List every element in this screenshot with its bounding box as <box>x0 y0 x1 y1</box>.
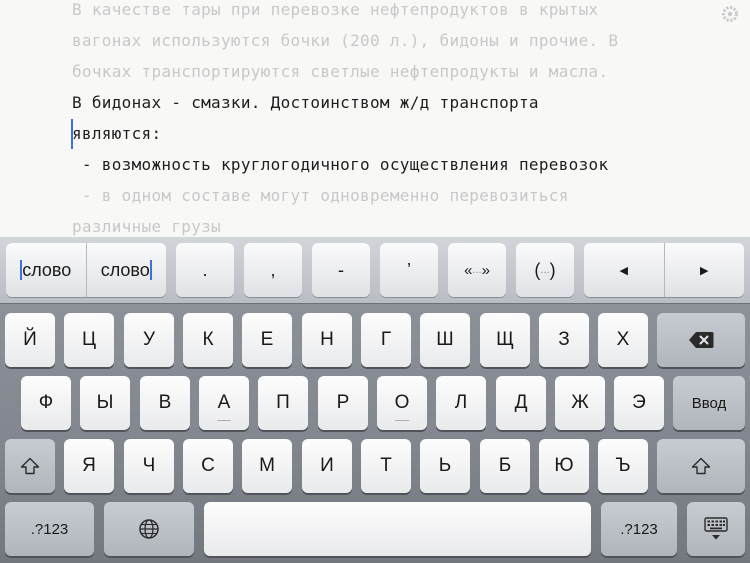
cursor-marker-right <box>149 260 152 280</box>
parentheses-key[interactable]: (...) <box>516 243 574 297</box>
key-row2-6[interactable]: Р <box>318 376 368 430</box>
key-row3-9[interactable]: Ю <box>539 439 589 493</box>
key-row1-11[interactable]: Х <box>598 313 648 367</box>
globe-button[interactable] <box>104 502 194 556</box>
cursor-arrows-key: ◀ ▶ <box>584 243 744 297</box>
numbers-right-button[interactable]: .?123 <box>601 502 677 556</box>
text-line-2: вагонах используются бочки (200 л.), бид… <box>72 31 619 50</box>
key-row1-10[interactable]: З <box>539 313 589 367</box>
text-line-6: - возможность круглогодичного осуществле… <box>72 155 609 174</box>
key-row2-7-label: О <box>394 392 410 413</box>
key-row3-2[interactable]: Ч <box>124 439 174 493</box>
apostrophe-key[interactable]: ’ <box>380 243 438 297</box>
key-row2-10[interactable]: Ж <box>555 376 605 430</box>
key-row2-7[interactable]: О <box>377 376 427 430</box>
cursor-right-button[interactable]: ▶ <box>665 243 745 297</box>
word-left-label: слово <box>22 259 72 280</box>
shift-icon <box>691 457 711 475</box>
text-line-4: В бидонах - смазки. Достоинством ж/д тра… <box>72 93 539 112</box>
globe-icon <box>139 519 159 539</box>
space-bar[interactable] <box>204 502 591 556</box>
cursor-left-button[interactable]: ◀ <box>584 243 664 297</box>
key-row3-4[interactable]: М <box>242 439 292 493</box>
key-row3-5[interactable]: И <box>302 439 352 493</box>
quotes-open: « <box>464 261 473 279</box>
dash-key[interactable]: - <box>312 243 370 297</box>
hide-keyboard-icon <box>704 517 728 540</box>
backspace-icon <box>689 332 714 348</box>
quotes-close: » <box>481 261 490 279</box>
left-arrow-icon: ◀ <box>619 264 628 277</box>
key-row2-11[interactable]: Э <box>614 376 664 430</box>
return-button[interactable]: Ввод <box>673 376 745 430</box>
comma-key[interactable]: , <box>244 243 302 297</box>
key-row2-5[interactable]: П <box>258 376 308 430</box>
hide-keyboard-button[interactable] <box>687 502 745 556</box>
quotes-key[interactable]: «...» <box>448 243 506 297</box>
text-line-8: различные грузы <box>72 217 221 236</box>
home-marker <box>395 420 409 421</box>
key-row1-2[interactable]: Ц <box>64 313 114 367</box>
quotes-dots: ... <box>472 264 482 276</box>
key-row2-9[interactable]: Д <box>496 376 546 430</box>
key-row3-3[interactable]: С <box>183 439 233 493</box>
key-row2-8[interactable]: Л <box>436 376 486 430</box>
key-row3-10[interactable]: Ъ <box>598 439 648 493</box>
key-row2-1[interactable]: Ф <box>21 376 71 430</box>
text-line-5: являются: <box>72 124 162 143</box>
backspace-button[interactable] <box>657 313 745 367</box>
key-row1-5[interactable]: Е <box>242 313 292 367</box>
key-row2-4-label: А <box>217 392 231 413</box>
shift-icon <box>20 457 40 475</box>
paren-dots: ... <box>540 264 550 276</box>
paren-close: ) <box>549 259 556 280</box>
onscreen-keyboard: слово слово . , - ’ «...» (...) ◀ ▶ Й Ц … <box>0 237 750 563</box>
key-row1-3[interactable]: У <box>124 313 174 367</box>
text-line-1: В качестве тары при перевозке нефтепроду… <box>72 0 599 19</box>
shortcut-bar: слово слово . , - ’ «...» (...) ◀ ▶ <box>0 237 750 304</box>
shift-right-button[interactable] <box>657 439 745 493</box>
key-row2-2[interactable]: Ы <box>80 376 130 430</box>
key-row3-7[interactable]: Ь <box>420 439 470 493</box>
key-row1-9[interactable]: Щ <box>480 313 530 367</box>
numbers-left-button[interactable]: .?123 <box>5 502 94 556</box>
key-row1-6[interactable]: Н <box>302 313 352 367</box>
text-line-7: - в одном составе могут одновременно пер… <box>72 186 569 205</box>
key-row3-1[interactable]: Я <box>64 439 114 493</box>
word-jump-key: слово слово <box>6 243 166 297</box>
key-row1-4[interactable]: К <box>183 313 233 367</box>
key-row3-8[interactable]: Б <box>480 439 530 493</box>
key-row1-1[interactable]: Й <box>5 313 55 367</box>
key-row3-6[interactable]: Т <box>361 439 411 493</box>
key-row1-8[interactable]: Ш <box>420 313 470 367</box>
period-key[interactable]: . <box>176 243 234 297</box>
home-marker <box>217 420 231 421</box>
key-row1-7[interactable]: Г <box>361 313 411 367</box>
settings-icon[interactable] <box>721 5 739 23</box>
text-caret <box>71 119 73 149</box>
word-left-button[interactable]: слово <box>6 243 86 297</box>
text-editor[interactable]: В качестве тары при перевозке нефтепроду… <box>0 0 750 237</box>
text-line-3: бочках транспортируются светлые нефтепро… <box>72 62 609 81</box>
right-arrow-icon: ▶ <box>700 264 709 277</box>
word-right-label: слово <box>100 259 150 280</box>
word-right-button[interactable]: слово <box>87 243 167 297</box>
shift-left-button[interactable] <box>5 439 55 493</box>
key-row2-3[interactable]: В <box>140 376 190 430</box>
key-row2-4[interactable]: А <box>199 376 249 430</box>
